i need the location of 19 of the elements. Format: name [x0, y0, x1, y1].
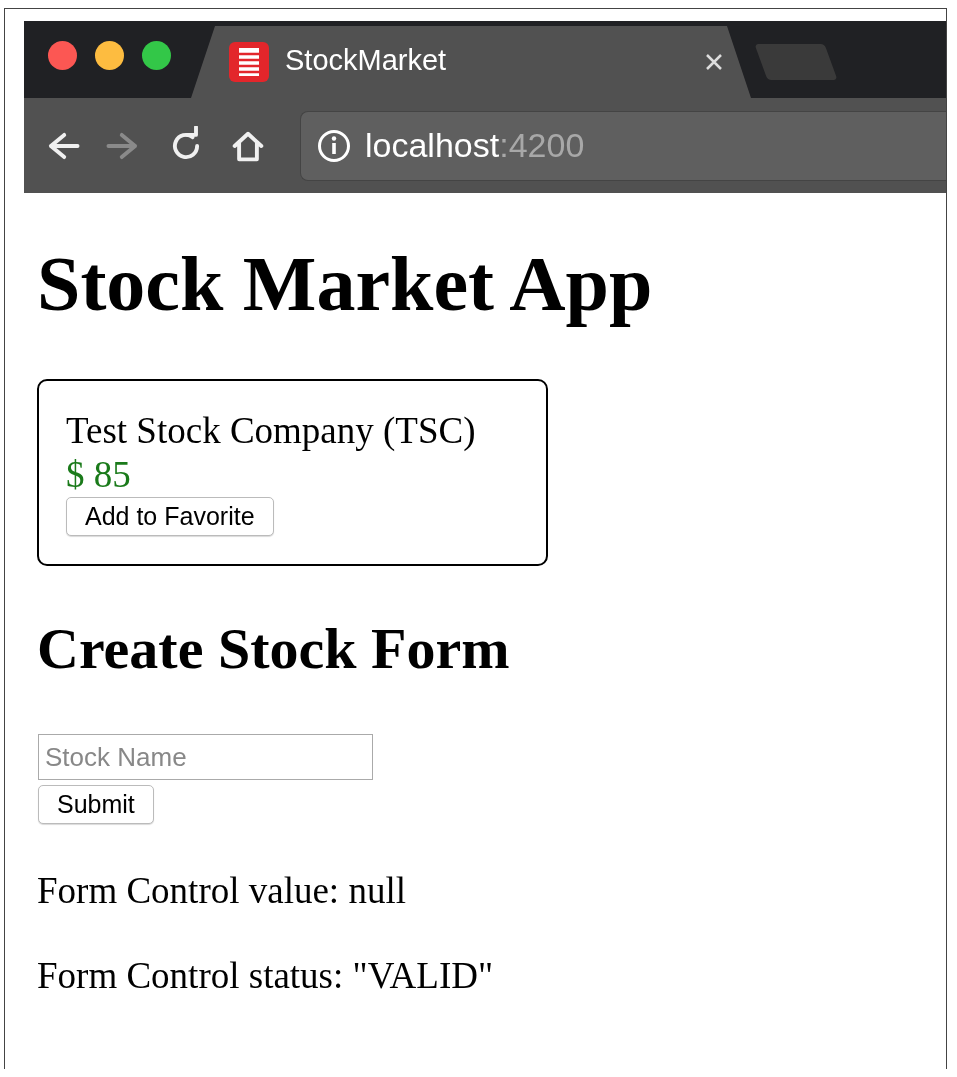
- form-heading: Create Stock Form: [37, 620, 511, 678]
- minimize-window-icon[interactable]: [95, 41, 124, 70]
- close-window-icon[interactable]: [48, 41, 77, 70]
- stock-name: Test Stock Company (TSC): [66, 409, 476, 453]
- favicon-icon: [229, 42, 269, 82]
- add-to-favorite-button[interactable]: Add to Favorite: [66, 497, 274, 536]
- url-port: :4200: [499, 126, 585, 164]
- submit-button[interactable]: Submit: [38, 785, 154, 824]
- stock-price: $ 85: [66, 453, 131, 497]
- browser-tab[interactable]: StockMarket: [191, 26, 751, 98]
- status-text: Form Control value: null: [37, 872, 407, 909]
- address-bar[interactable]: localhost:4200: [300, 110, 946, 181]
- close-icon[interactable]: [705, 53, 723, 71]
- stock-name-input-field[interactable]: Stock Name: [38, 734, 373, 780]
- url-host: localhost: [365, 126, 500, 164]
- tab-title: StockMarket: [285, 43, 448, 78]
- status-text: Form Control status: "VALID": [37, 957, 495, 994]
- info-icon[interactable]: [317, 128, 351, 163]
- zoom-window-icon[interactable]: [142, 41, 171, 70]
